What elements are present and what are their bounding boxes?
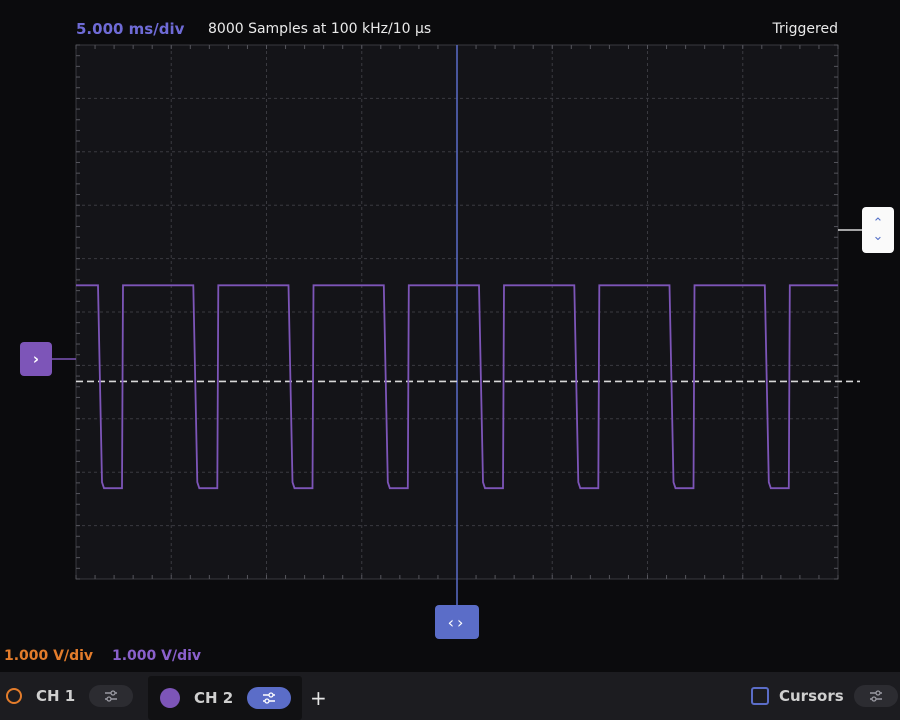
cursors-label: Cursors bbox=[779, 687, 844, 705]
ch2-group: CH 2 bbox=[148, 676, 302, 720]
sliders-icon bbox=[105, 690, 118, 702]
cursors-checkbox[interactable] bbox=[751, 687, 769, 705]
ch2-offset-marker[interactable]: › bbox=[20, 342, 52, 376]
ch2-label: CH 2 bbox=[194, 689, 234, 707]
ch2-settings-button[interactable] bbox=[247, 687, 292, 709]
ch1-toggle[interactable] bbox=[6, 688, 22, 704]
ch2-volts-per-div: 1.000 V/div bbox=[112, 648, 202, 664]
ch1-settings-button[interactable] bbox=[89, 685, 134, 707]
ch1-label: CH 1 bbox=[36, 687, 76, 705]
ch2-toggle[interactable] bbox=[160, 688, 180, 708]
sliders-icon bbox=[869, 690, 882, 702]
chevron-left-right-icon: ‹› bbox=[447, 612, 467, 632]
ch1-volts-per-div: 1.000 V/div bbox=[4, 648, 94, 664]
chevron-down-icon: ⌄ bbox=[872, 229, 884, 244]
channel-bar: CH 1 CH 2 Cursors bbox=[0, 672, 900, 720]
sliders-icon bbox=[263, 692, 276, 704]
trigger-level-button[interactable]: ⌃ ⌄ bbox=[862, 207, 894, 253]
ch1-group: CH 1 bbox=[6, 672, 134, 720]
cursors-settings-button[interactable] bbox=[853, 685, 898, 707]
chevron-right-icon: › bbox=[32, 350, 40, 368]
horizontal-position-button[interactable]: ‹› bbox=[435, 605, 479, 639]
cursors-group: Cursors bbox=[751, 672, 898, 720]
add-channel-button[interactable]: + bbox=[310, 686, 327, 710]
